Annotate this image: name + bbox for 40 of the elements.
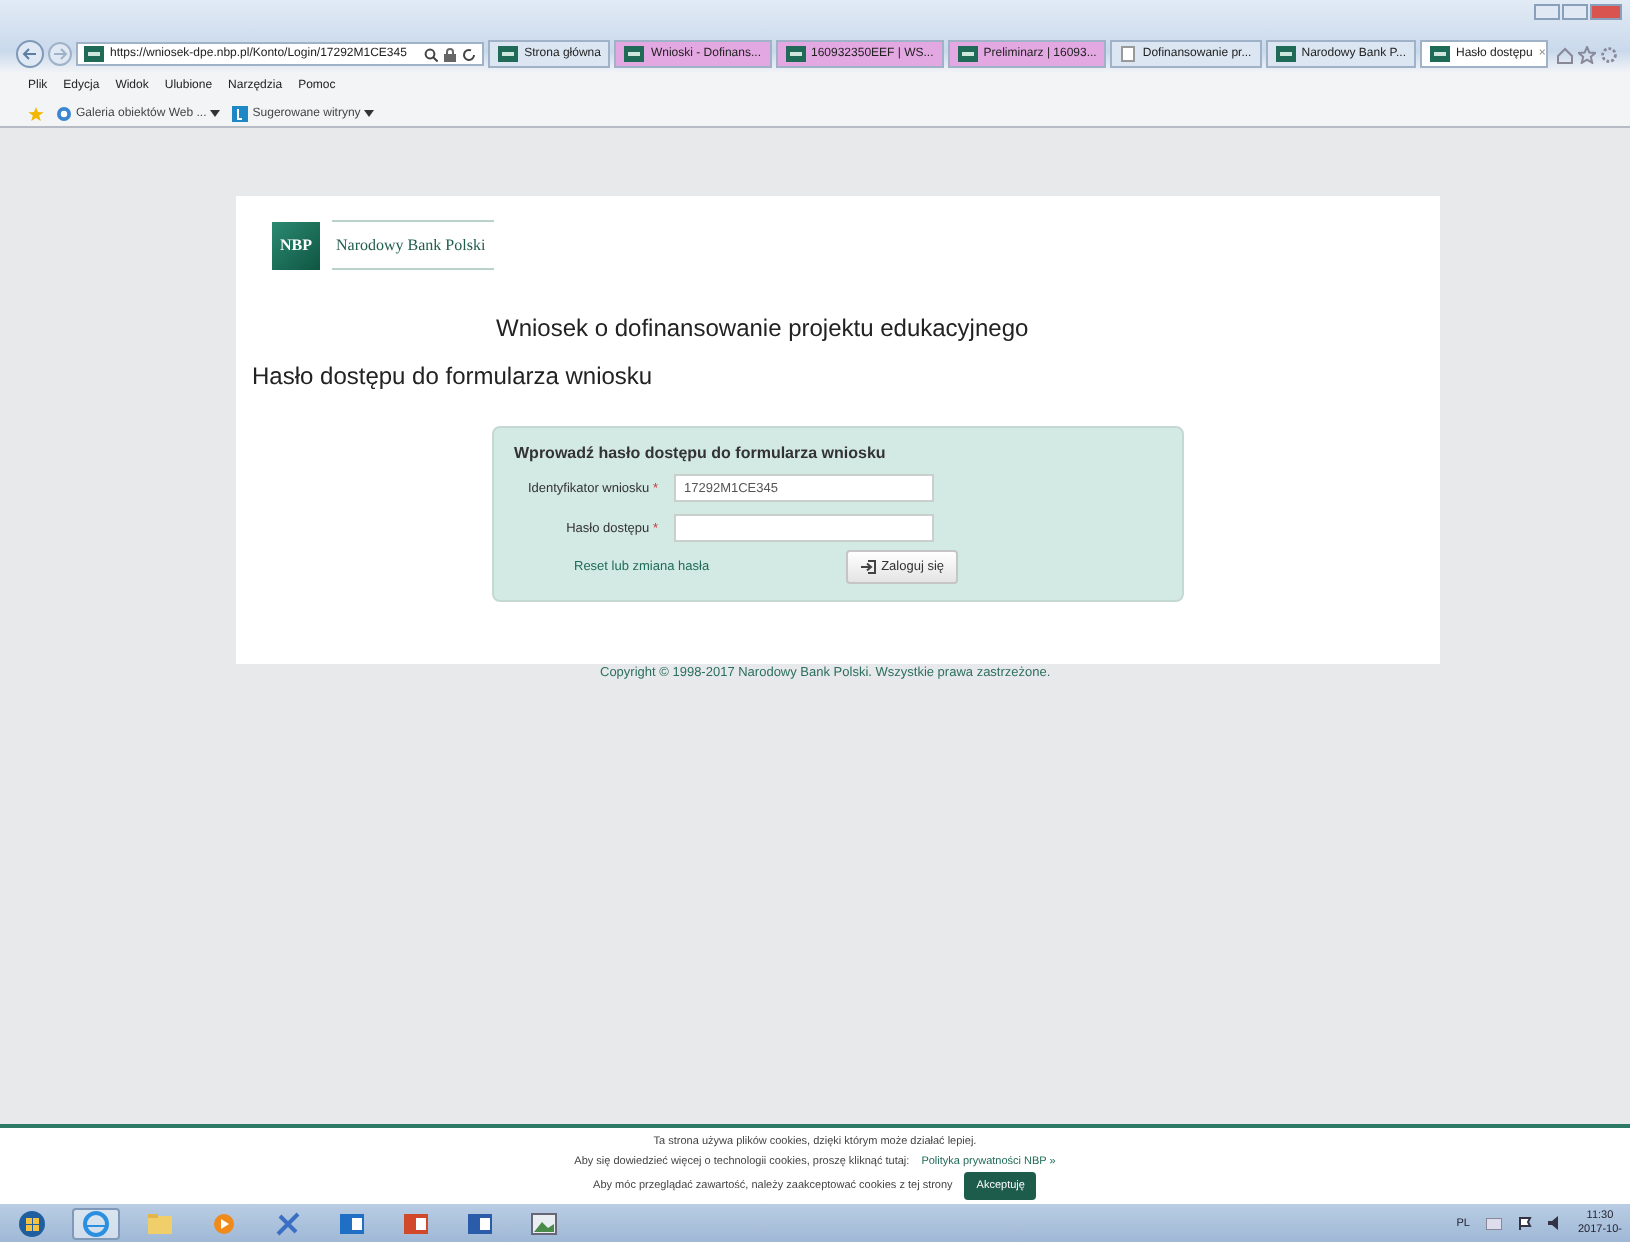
input-field[interactable] (674, 514, 934, 542)
site-icon (624, 46, 645, 62)
sign-in-icon (859, 560, 876, 574)
flag-icon[interactable] (1517, 1216, 1532, 1230)
site-icon (957, 46, 978, 62)
page-heading: Wniosek o dofinansowanie projektu edukacyjnego (496, 314, 1029, 342)
search-icon (424, 47, 439, 61)
logo-mark: NBP (272, 221, 320, 269)
keyboard-icon[interactable] (1485, 1217, 1502, 1229)
lock-icon (444, 47, 457, 61)
browser-icon (56, 105, 72, 121)
back-icon[interactable] (16, 40, 44, 68)
mail-app-icon[interactable] (338, 1209, 366, 1237)
site-icon (1430, 46, 1450, 62)
home-icon[interactable] (1556, 45, 1574, 63)
site-icon (1275, 46, 1296, 62)
page-subheading: Hasło dostępu do formularza wniosku (252, 362, 653, 390)
presentation-app-icon[interactable] (402, 1209, 430, 1237)
favorites-star-icon[interactable] (1578, 45, 1596, 63)
b-logo-icon (232, 105, 249, 121)
logo-text: Narodowy Bank Polski (332, 220, 494, 270)
media-player-icon[interactable] (210, 1209, 238, 1237)
close-button[interactable] (1590, 4, 1622, 20)
start-button[interactable] (18, 1209, 46, 1237)
minimize-button[interactable] (1534, 4, 1560, 20)
maximize-button[interactable] (1562, 4, 1588, 20)
speaker-icon[interactable] (1547, 1216, 1562, 1230)
picture-viewer-icon[interactable] (530, 1209, 558, 1237)
star-icon[interactable] (28, 105, 44, 121)
document-app-icon[interactable] (466, 1209, 494, 1237)
site-icon (84, 46, 104, 62)
browser-icon[interactable] (82, 1209, 110, 1237)
page-icon (1120, 46, 1137, 62)
panel-title: Wprowadź hasło dostępu do formularza wniosku (514, 444, 886, 462)
forward-icon[interactable] (48, 42, 72, 66)
site-icon (498, 46, 519, 62)
caret-icon (364, 109, 375, 117)
caret-icon (210, 109, 221, 117)
site-icon (785, 46, 805, 62)
refresh-icon[interactable] (462, 47, 477, 61)
